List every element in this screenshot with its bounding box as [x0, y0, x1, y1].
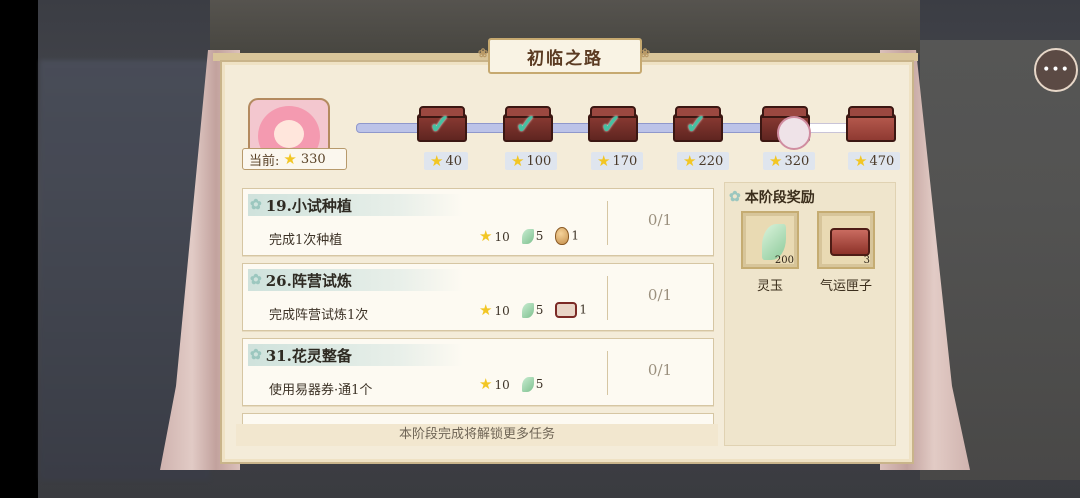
milestone-label-1: ★ 40	[424, 152, 468, 170]
milestone-value: 100	[526, 153, 552, 169]
milestone-chest-1[interactable]: ✓	[417, 106, 467, 142]
task-description: 使用易器券·通1个	[269, 383, 373, 398]
check-icon: ✓	[429, 110, 451, 140]
task-description: 完成阵营试炼1次	[269, 308, 369, 323]
milestone-label-5: ★ 320	[763, 151, 816, 170]
reward-slot-jade[interactable]: 200	[741, 211, 799, 269]
check-icon: ✓	[515, 110, 537, 140]
stage-reward-title: ✿ 本阶段奖励	[729, 187, 815, 207]
task-item-partial[interactable]	[242, 413, 714, 424]
jade-icon	[521, 302, 534, 318]
stage-reward-title-text: 本阶段奖励	[744, 190, 815, 206]
task-title: 19.小试种植	[265, 196, 352, 215]
milestone-label-4: ★ 220	[677, 151, 730, 170]
flower-icon: ✿	[250, 197, 262, 213]
task-item[interactable]: ✿ 19.小试种植 完成1次种植 ★ 10 5 1 0/1	[242, 188, 714, 256]
task-item[interactable]: ✿ 31.花灵整备 使用易器券·通1个 ★ 10 5 0/1	[242, 338, 714, 406]
star-icon: ★	[283, 149, 297, 168]
milestone-label-2: ★ 100	[505, 151, 558, 170]
flower-icon: ✿	[250, 272, 262, 288]
task-title: 26.阵营试炼	[265, 271, 352, 290]
flower-icon: ✿	[250, 347, 262, 363]
milestone-value: 220	[698, 153, 724, 169]
reward-star-count: 10	[494, 303, 510, 318]
task-header: ✿ 19.小试种植	[248, 194, 463, 216]
milestone-value: 170	[612, 153, 638, 169]
star-icon: ★	[479, 375, 493, 393]
current-points: 当前: ★ 330	[242, 148, 347, 170]
task-rewards: ★ 10 5 1	[479, 227, 579, 245]
chest-icon	[830, 228, 870, 256]
milestone-value: 470	[869, 153, 895, 169]
reward-star: ★ 10	[479, 226, 510, 245]
portrait-face	[274, 120, 304, 148]
milestone-chest-6[interactable]	[846, 106, 896, 142]
star-icon: ★	[479, 226, 493, 245]
chat-button[interactable]: •••	[1034, 48, 1078, 92]
reward-count: 3	[863, 255, 870, 266]
milestone-label-3: ★ 170	[591, 151, 644, 170]
reward-jade: 5	[521, 302, 544, 318]
reward-name: 气运匣子	[819, 279, 872, 294]
stage-reward-panel: ✿ 本阶段奖励 200 灵玉 3 气运匣子	[724, 182, 896, 446]
reward-count: 200	[774, 255, 794, 266]
star-icon: ★	[511, 151, 525, 170]
chest-lid	[762, 106, 808, 118]
reward-name: 灵玉	[756, 279, 783, 294]
reward-seed: 1	[555, 227, 579, 245]
reward-item: 1	[555, 302, 587, 318]
reward-jade: 5	[521, 228, 544, 244]
material-icon	[555, 302, 578, 318]
star-icon: ★	[854, 151, 868, 170]
milestone-chest-3[interactable]: ✓	[588, 106, 638, 142]
task-rewards: ★ 10 5 1	[479, 302, 587, 318]
milestone-chest-4[interactable]: ✓	[673, 106, 723, 142]
task-progress: 0/1	[647, 286, 673, 304]
reward-jade-count: 5	[535, 302, 544, 317]
page-title: 初临之路	[478, 38, 652, 74]
jade-icon	[521, 377, 534, 392]
flower-icon: ✿	[729, 189, 741, 205]
star-icon: ★	[597, 151, 611, 170]
milestone-value: 40	[445, 153, 462, 169]
reward-jade-count: 5	[535, 228, 544, 243]
task-progress: 0/1	[647, 211, 673, 229]
task-progress: 0/1	[647, 361, 673, 379]
star-icon: ★	[479, 300, 493, 319]
task-list[interactable]: ✿ 19.小试种植 完成1次种植 ★ 10 5 1 0/1 ✿ 26.阵营试炼 完成阵…	[236, 182, 718, 424]
reward-star: ★ 10	[479, 375, 510, 393]
reward-star-count: 10	[494, 229, 510, 244]
milestone-value: 320	[784, 153, 810, 169]
milestone-chest-2[interactable]: ✓	[503, 106, 553, 142]
milestone-label-6: ★ 470	[848, 151, 901, 170]
star-icon: ★	[683, 151, 697, 170]
star-icon: ★	[769, 151, 783, 170]
reward-jade: 5	[521, 377, 544, 392]
task-description: 完成1次种植	[269, 233, 343, 248]
reward-jade-count: 5	[535, 377, 544, 391]
current-value: 330	[300, 151, 326, 167]
reward-item-count: 1	[579, 302, 588, 317]
screen-edge	[0, 0, 38, 498]
check-icon: ✓	[600, 110, 622, 140]
reward-star-count: 10	[494, 378, 510, 392]
seed-icon	[555, 227, 570, 245]
reward-seed-count: 1	[571, 228, 580, 243]
chest-lid	[848, 106, 894, 118]
reward-star: ★ 10	[479, 300, 510, 319]
star-icon: ★	[430, 151, 444, 170]
jade-icon	[521, 228, 534, 244]
progress-track-remaining	[806, 123, 848, 133]
task-rewards: ★ 10 5	[479, 377, 543, 392]
progress-avatar-marker	[777, 116, 811, 150]
unlock-note: 本阶段完成将解锁更多任务	[236, 424, 718, 446]
task-title: 31.花灵整备	[265, 346, 352, 365]
check-icon: ✓	[685, 110, 707, 140]
task-header: ✿ 26.阵营试炼	[248, 269, 463, 291]
task-item[interactable]: ✿ 26.阵营试炼 完成阵营试炼1次 ★ 10 5 1 0/1	[242, 263, 714, 331]
reward-slot-chest[interactable]: 3	[817, 211, 875, 269]
chest-body	[846, 114, 896, 142]
current-label: 当前:	[249, 153, 280, 169]
task-header: ✿ 31.花灵整备	[248, 344, 463, 366]
